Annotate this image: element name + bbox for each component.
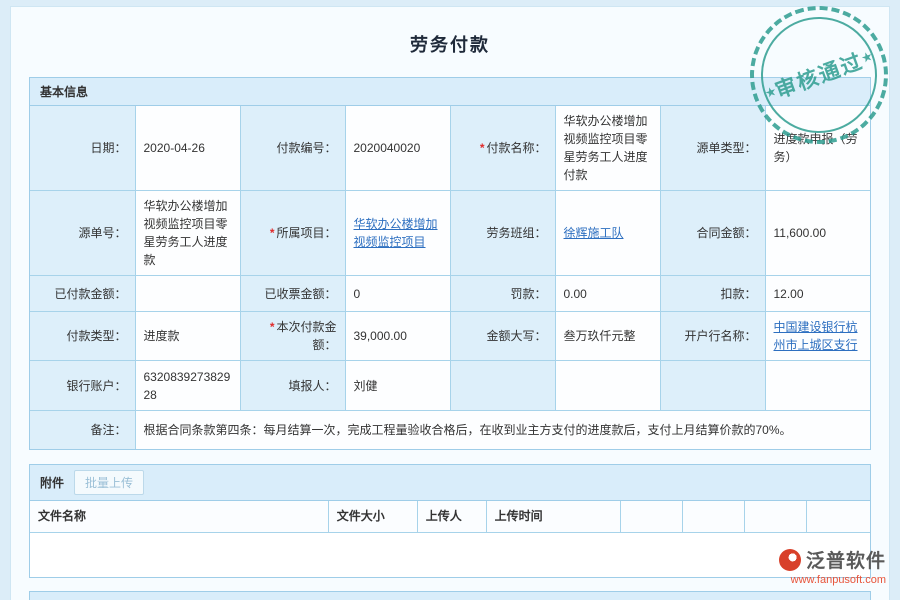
field-pay-type-value: 进度款 [135, 312, 240, 361]
field-source-no-value: 华软办公楼增加视频监控项目零星劳务工人进度款 [135, 191, 240, 276]
fanpu-brand-icon [779, 549, 801, 571]
attachments-header: 附件 批量上传 [30, 465, 870, 501]
field-paid-amount-label: 已付款金额： [30, 276, 135, 312]
table-row: 银行账户： 632083927382928 填报人： 刘健 [30, 361, 870, 411]
field-date-value: 2020-04-26 [135, 106, 240, 191]
required-mark: * [270, 320, 275, 334]
column-file-size: 文件大小 [328, 501, 417, 533]
fanpu-logo: 泛普软件 www.fanpusoft.com [779, 546, 886, 586]
field-preparer-label: 填报人： [240, 361, 345, 411]
field-invoiced-amount-label: 已收票金额： [240, 276, 345, 312]
field-current-amount-value: 39,000.00 [345, 312, 450, 361]
empty-label-cell [660, 361, 765, 411]
column-empty [683, 501, 745, 533]
attachments-header-row: 文件名称 文件大小 上传人 上传时间 [30, 501, 870, 533]
field-amount-words-value: 叁万玖仟元整 [555, 312, 660, 361]
field-deduction-value: 12.00 [765, 276, 870, 312]
next-section-bar [29, 591, 871, 600]
field-current-amount-label: *本次付款金额： [240, 312, 345, 361]
empty-value-cell [555, 361, 660, 411]
labor-team-link[interactable]: 徐辉施工队 [564, 226, 624, 240]
field-pay-name-value: 华软办公楼增加视频监控项目零星劳务工人进度付款 [555, 106, 660, 191]
field-remark-value: 根据合同条款第四条：每月结算一次，完成工程量验收合格后，在收到业主方支付的进度款… [135, 411, 870, 449]
table-row: 源单号： 华软办公楼增加视频监控项目零星劳务工人进度款 *所属项目： 华软办公楼… [30, 191, 870, 276]
attachments-empty-row [30, 533, 870, 577]
field-contract-amount-label: 合同金额： [660, 191, 765, 276]
stamp-star-icon: ★ [859, 48, 875, 67]
basic-info-header-label: 基本信息 [40, 83, 88, 100]
field-labor-team-label: 劳务班组： [450, 191, 555, 276]
field-bank-account-value: 632083927382928 [135, 361, 240, 411]
field-source-type-label: 源单类型： [660, 106, 765, 191]
field-date-label: 日期： [30, 106, 135, 191]
column-empty [745, 501, 807, 533]
field-preparer-value: 刘健 [345, 361, 450, 411]
column-upload-time: 上传时间 [486, 501, 620, 533]
fanpu-brand-text: 泛普软件 [806, 546, 886, 573]
field-pay-no-label: 付款编号： [240, 106, 345, 191]
field-contract-amount-value: 11,600.00 [765, 191, 870, 276]
field-invoiced-amount-value: 0 [345, 276, 450, 312]
basic-info-section: 基本信息 日期： 2020-04-26 付款编号： 2020040020 *付款… [29, 77, 871, 450]
basic-info-table: 日期： 2020-04-26 付款编号： 2020040020 *付款名称： 华… [30, 106, 870, 449]
field-bank-account-label: 银行账户： [30, 361, 135, 411]
field-bank-name-label: 开户行名称： [660, 312, 765, 361]
field-fine-value: 0.00 [555, 276, 660, 312]
column-file-name: 文件名称 [30, 501, 328, 533]
attachments-empty-area [30, 533, 870, 577]
column-empty [807, 501, 870, 533]
field-project-value: 华软办公楼增加视频监控项目 [345, 191, 450, 276]
empty-value-cell [765, 361, 870, 411]
field-bank-name-value: 中国建设银行杭州市上城区支行 [765, 312, 870, 361]
basic-info-header: 基本信息 [30, 78, 870, 106]
attachments-header-label: 附件 [40, 474, 64, 491]
field-deduction-label: 扣款： [660, 276, 765, 312]
field-pay-no-value: 2020040020 [345, 106, 450, 191]
required-mark: * [270, 226, 275, 240]
column-uploader: 上传人 [417, 501, 486, 533]
empty-label-cell [450, 361, 555, 411]
field-project-label: *所属项目： [240, 191, 345, 276]
field-source-no-label: 源单号： [30, 191, 135, 276]
column-empty [621, 501, 683, 533]
field-amount-words-label: 金额大写： [450, 312, 555, 361]
field-pay-type-label: 付款类型： [30, 312, 135, 361]
fanpu-url: www.fanpusoft.com [779, 574, 886, 586]
table-row: 付款类型： 进度款 *本次付款金额： 39,000.00 金额大写： 叁万玖仟元… [30, 312, 870, 361]
attachments-table: 文件名称 文件大小 上传人 上传时间 [30, 501, 870, 577]
project-link[interactable]: 华软办公楼增加视频监控项目 [354, 217, 438, 249]
field-remark-label: 备注： [30, 411, 135, 449]
field-labor-team-value: 徐辉施工队 [555, 191, 660, 276]
attachments-section: 附件 批量上传 文件名称 文件大小 上传人 上传时间 [29, 464, 871, 578]
table-row: 备注： 根据合同条款第四条：每月结算一次，完成工程量验收合格后，在收到业主方支付… [30, 411, 870, 449]
batch-upload-button[interactable]: 批量上传 [74, 470, 144, 495]
stamp-text: 审核通过 [771, 45, 868, 105]
field-paid-amount-value [135, 276, 240, 312]
field-pay-name-label: *付款名称： [450, 106, 555, 191]
table-row: 已付款金额： 已收票金额： 0 罚款： 0.00 扣款： 12.00 [30, 276, 870, 312]
field-fine-label: 罚款： [450, 276, 555, 312]
table-row: 日期： 2020-04-26 付款编号： 2020040020 *付款名称： 华… [30, 106, 870, 191]
required-mark: * [480, 141, 485, 155]
bank-name-link[interactable]: 中国建设银行杭州市上城区支行 [774, 320, 858, 352]
stamp-star-icon: ★ [763, 83, 779, 102]
